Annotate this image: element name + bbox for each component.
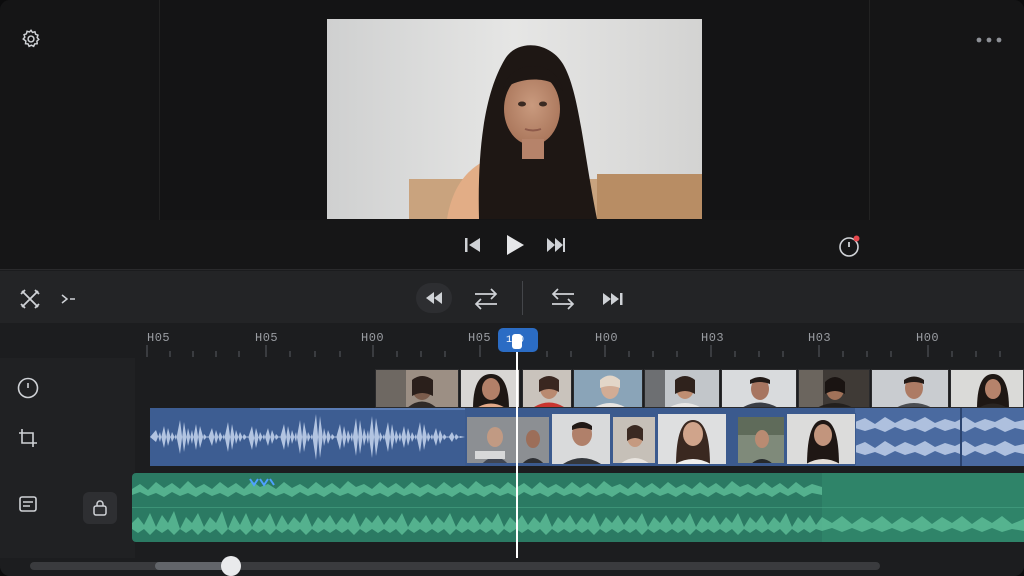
ruler-tick-label: H05 bbox=[147, 331, 171, 345]
video-thumbnail[interactable] bbox=[466, 416, 550, 464]
ruler-tick-label: H00 bbox=[595, 331, 619, 345]
video-thumbnail[interactable] bbox=[551, 413, 611, 465]
timeline-ruler[interactable]: H05 H05 H00 H05 H00 H03 H03 H00 bbox=[135, 327, 1024, 359]
ruler-tick-label: H00 bbox=[916, 331, 940, 345]
swap-left-icon[interactable] bbox=[470, 285, 502, 313]
skip-forward-icon[interactable] bbox=[544, 234, 568, 256]
tools-icon[interactable] bbox=[16, 285, 44, 313]
video-thumbnail[interactable] bbox=[657, 413, 727, 465]
video-thumbnail[interactable] bbox=[375, 369, 459, 408]
fast-forward-icon[interactable] bbox=[598, 287, 628, 311]
playhead-line[interactable] bbox=[516, 339, 518, 558]
video-thumbnail[interactable] bbox=[950, 369, 1024, 408]
video-thumbnail[interactable] bbox=[721, 369, 797, 408]
audio-waveform bbox=[132, 473, 1024, 542]
gear-icon[interactable] bbox=[18, 26, 44, 52]
ruler-tick-label: H00 bbox=[361, 331, 385, 345]
edit-toolbar bbox=[0, 271, 1024, 323]
more-dots-icon[interactable] bbox=[972, 30, 1006, 50]
ruler-tick-label: H03 bbox=[808, 331, 832, 345]
video-preview[interactable] bbox=[327, 19, 702, 219]
ruler-tick-label: H05 bbox=[468, 331, 492, 345]
timer-icon[interactable] bbox=[836, 233, 862, 259]
crop-icon[interactable] bbox=[14, 424, 42, 452]
skip-back-icon[interactable] bbox=[462, 234, 484, 256]
rewind-icon[interactable] bbox=[416, 283, 452, 313]
video-thumbnail[interactable] bbox=[573, 369, 643, 408]
video-thumbnail[interactable] bbox=[871, 369, 949, 408]
scrollbar-knob[interactable] bbox=[221, 556, 241, 576]
video-thumbnail[interactable] bbox=[737, 416, 785, 464]
playhead-knob[interactable] bbox=[512, 334, 522, 349]
split-icon[interactable] bbox=[58, 289, 78, 309]
ruler-tick-label: H03 bbox=[701, 331, 725, 345]
clock-icon[interactable] bbox=[14, 374, 42, 402]
video-thumbnail[interactable] bbox=[460, 369, 520, 408]
scrollbar-fill bbox=[155, 562, 231, 570]
editor-window: H05 H05 H00 H05 H00 H03 H03 H00 bbox=[0, 0, 1024, 576]
list-icon[interactable] bbox=[14, 490, 42, 518]
video-thumbnail[interactable] bbox=[786, 413, 856, 465]
lock-icon[interactable] bbox=[83, 492, 117, 524]
video-thumbnail[interactable] bbox=[644, 369, 720, 408]
audio-track[interactable] bbox=[132, 473, 1024, 542]
video-thumbnail[interactable] bbox=[798, 369, 870, 408]
toolbar-divider bbox=[522, 281, 523, 315]
swap-right-icon[interactable] bbox=[547, 285, 579, 313]
play-icon[interactable] bbox=[501, 231, 529, 259]
video-thumbnail[interactable] bbox=[612, 416, 656, 464]
viewer-area bbox=[0, 0, 1024, 220]
ruler-tick-label: H05 bbox=[255, 331, 279, 345]
video-thumbnail[interactable] bbox=[522, 369, 572, 408]
transport-bar bbox=[0, 220, 1024, 270]
